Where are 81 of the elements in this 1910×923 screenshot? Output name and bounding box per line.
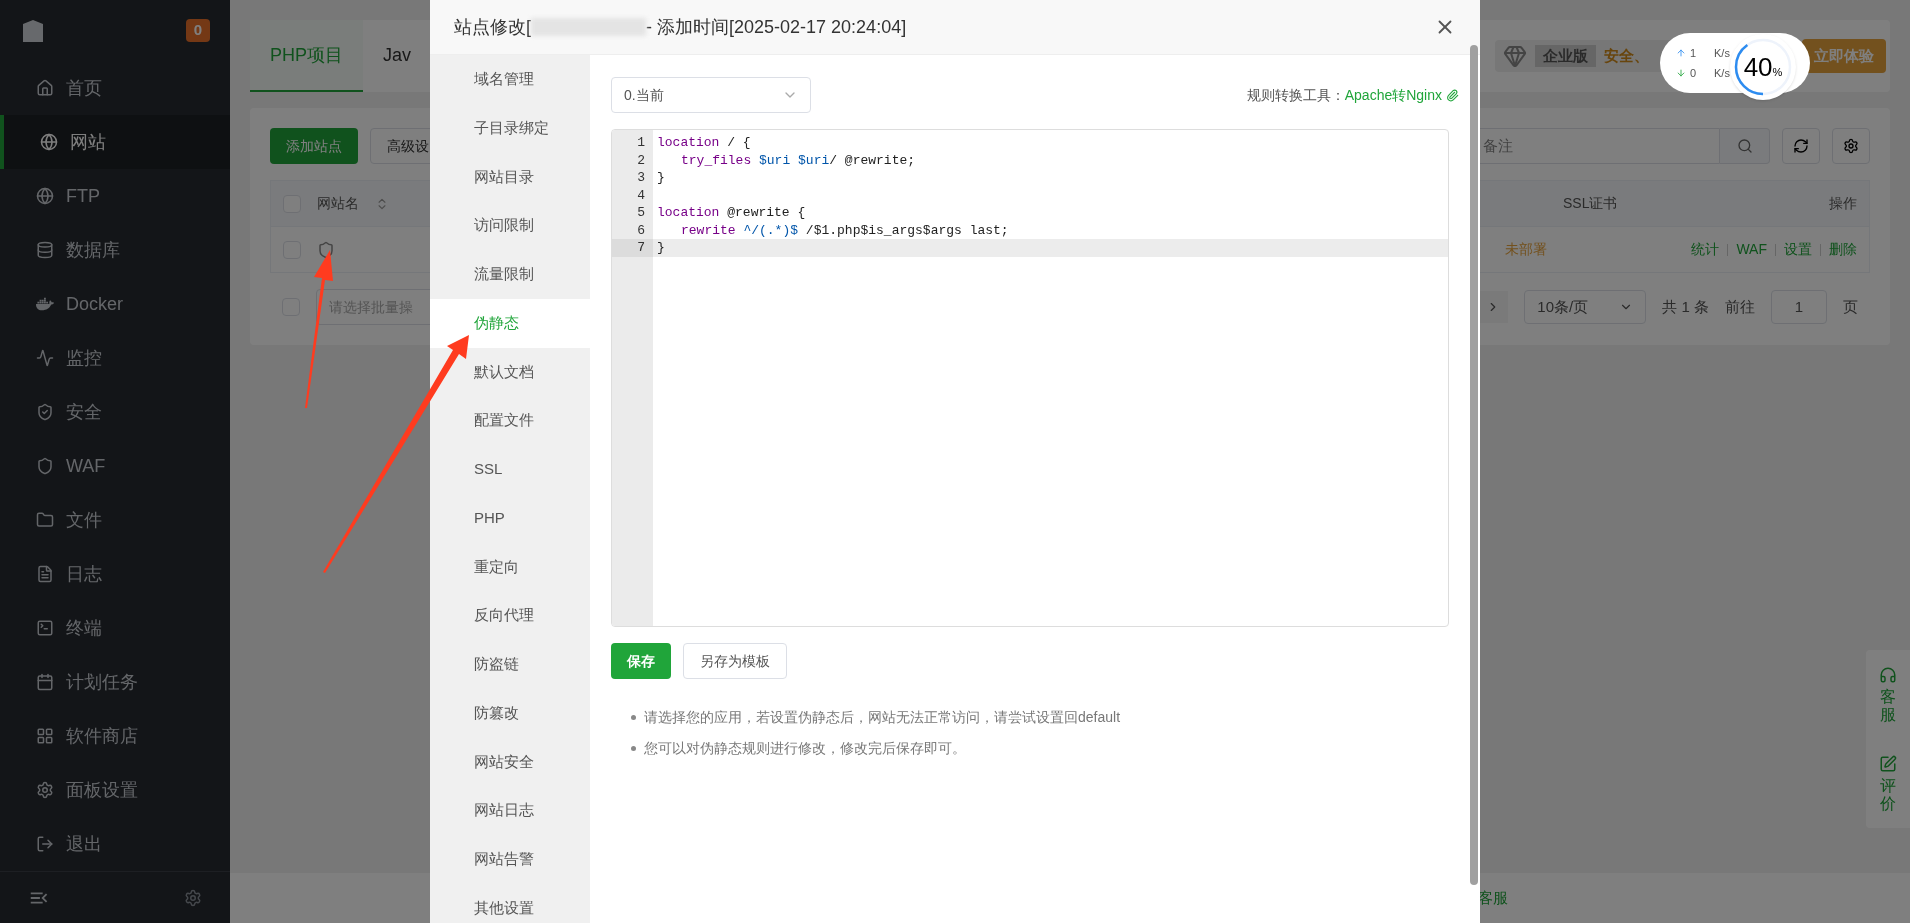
code-line: location / { <box>657 135 751 150</box>
sidebar-item[interactable]: 监控 <box>0 331 230 386</box>
row-action-link[interactable]: 统计 <box>1691 239 1720 260</box>
dialog-nav-item[interactable]: 其他设置 <box>430 883 590 923</box>
dialog-title-time: - 添加时间[2025-02-17 20:24:04] <box>646 15 907 39</box>
line-number: 5 <box>636 204 646 222</box>
convert-link[interactable]: Apache转Nginx <box>1344 84 1442 106</box>
sidebar-item[interactable]: 网站 <box>0 115 230 170</box>
dialog-nav-item[interactable]: 访问限制 <box>430 201 590 250</box>
edition-label: 企业版 <box>1535 44 1596 68</box>
tip-text: 您可以对伪静态规则进行修改，修改完后保存即可。 <box>644 739 966 758</box>
tool-label: 规则转换工具： <box>1246 85 1345 105</box>
code-line: rewrite ^/(.*)$ /$1.php$is_args$args last; <box>681 222 1009 238</box>
sidebar-item[interactable]: 日志 <box>0 547 230 602</box>
page-suffix: 页 <box>1843 296 1858 317</box>
sidebar-item[interactable]: 数据库 <box>0 223 230 278</box>
dialog-title: 站点修改[ <box>454 15 531 39</box>
goto-label: 前往 <box>1725 296 1755 317</box>
sidebar-item[interactable]: 首页 <box>0 61 230 116</box>
dialog-nav-item[interactable]: 网站告警 <box>430 835 590 884</box>
speed-unit: K/s <box>1714 66 1730 81</box>
sidebar-item[interactable]: 面板设置 <box>0 763 230 818</box>
dialog-nav-item[interactable]: 网站日志 <box>430 786 590 835</box>
download-speed: 0 <box>1690 66 1698 81</box>
project-tab[interactable]: PHP项目 <box>250 20 363 92</box>
project-tab[interactable]: Jav <box>363 20 432 92</box>
notification-badge[interactable]: 0 <box>185 19 210 42</box>
dialog-nav-item[interactable]: 防盗链 <box>430 640 590 689</box>
dialog-nav-item[interactable]: 伪静态 <box>430 298 590 348</box>
code-line: try_files $uri $uri/ @rewrite; <box>681 152 916 168</box>
version-select[interactable]: 0.当前 <box>611 77 811 113</box>
tip-text: 请选择您的应用，若设置伪静态后，网站无法正常访问，请尝试设置回default <box>644 708 1121 727</box>
dialog-nav-item[interactable]: 配置文件 <box>430 396 590 445</box>
float-button[interactable]: 评价 <box>1879 755 1897 813</box>
dialog-nav-item[interactable]: 网站安全 <box>430 737 590 787</box>
row-action-link[interactable]: WAF <box>1736 239 1767 260</box>
sidebar-item[interactable]: Docker <box>0 277 230 332</box>
sidebar-item[interactable]: 软件商店 <box>0 709 230 764</box>
dialog-nav-item[interactable]: SSL <box>430 445 590 494</box>
line-number: 6 <box>636 221 646 239</box>
save-button[interactable]: 保存 <box>611 643 671 679</box>
line-number: 3 <box>636 169 646 187</box>
sidebar-item[interactable]: FTP <box>0 169 230 224</box>
line-number: 1 <box>636 134 646 152</box>
page-size-select[interactable]: 10条/页 <box>1524 290 1647 324</box>
dialog-nav-item[interactable]: 防篡改 <box>430 688 590 738</box>
sidebar-item[interactable]: 计划任务 <box>0 655 230 710</box>
page-input[interactable]: 1 <box>1771 290 1827 324</box>
line-number: 4 <box>636 186 646 204</box>
code-line: location @rewrite { <box>657 205 806 220</box>
code-editor[interactable]: 1 2 3 4 5 6 7 location / { try_files $uri $uri/ @rewrite; } location @rewrite { rewrite ^/(.*)$ /$1.php$is_args$args last; } <box>611 129 1449 627</box>
sidebar-item[interactable]: 退出 <box>0 817 230 872</box>
row-action-link[interactable]: 设置 <box>1784 239 1812 260</box>
speed-unit: K/s <box>1714 45 1730 61</box>
load-value: 40% <box>1743 50 1783 84</box>
column-header[interactable]: SSL证书 <box>1563 193 1813 214</box>
save-template-button[interactable]: 另存为模板 <box>683 643 787 679</box>
column-header: 操作 <box>1829 194 1857 213</box>
add-site-button[interactable]: 添加站点 <box>270 128 358 164</box>
upload-speed: 1 <box>1690 45 1698 61</box>
sidebar-item[interactable]: 安全 <box>0 385 230 440</box>
float-button[interactable]: 客服 <box>1879 666 1897 724</box>
sidebar-item[interactable]: 终端 <box>0 601 230 656</box>
dialog-nav-item[interactable]: 默认文档 <box>430 347 590 397</box>
total-count: 共 1 条 <box>1662 296 1709 317</box>
line-number: 7 <box>612 239 653 257</box>
dialog-nav-item[interactable]: 流量限制 <box>430 250 590 299</box>
code-line: } <box>657 170 665 185</box>
sidebar-item[interactable]: 文件 <box>0 493 230 548</box>
dialog-nav-item[interactable]: 重定向 <box>430 542 590 592</box>
promo-text: 安全、 <box>1604 45 1649 66</box>
trial-button[interactable]: 立即体验 <box>1802 38 1886 74</box>
dialog-nav-item[interactable]: 反向代理 <box>430 591 590 640</box>
row-action-link[interactable]: 删除 <box>1829 239 1857 260</box>
ssl-status: 未部署 <box>1505 240 1549 259</box>
code-line: } <box>657 240 665 255</box>
column-header[interactable]: 网站名 <box>317 193 359 214</box>
line-number: 2 <box>636 151 646 169</box>
sidebar-item[interactable]: WAF <box>0 439 230 494</box>
dialog-nav-item[interactable]: 域名管理 <box>430 55 590 104</box>
dialog-nav-item[interactable]: PHP <box>430 493 590 543</box>
